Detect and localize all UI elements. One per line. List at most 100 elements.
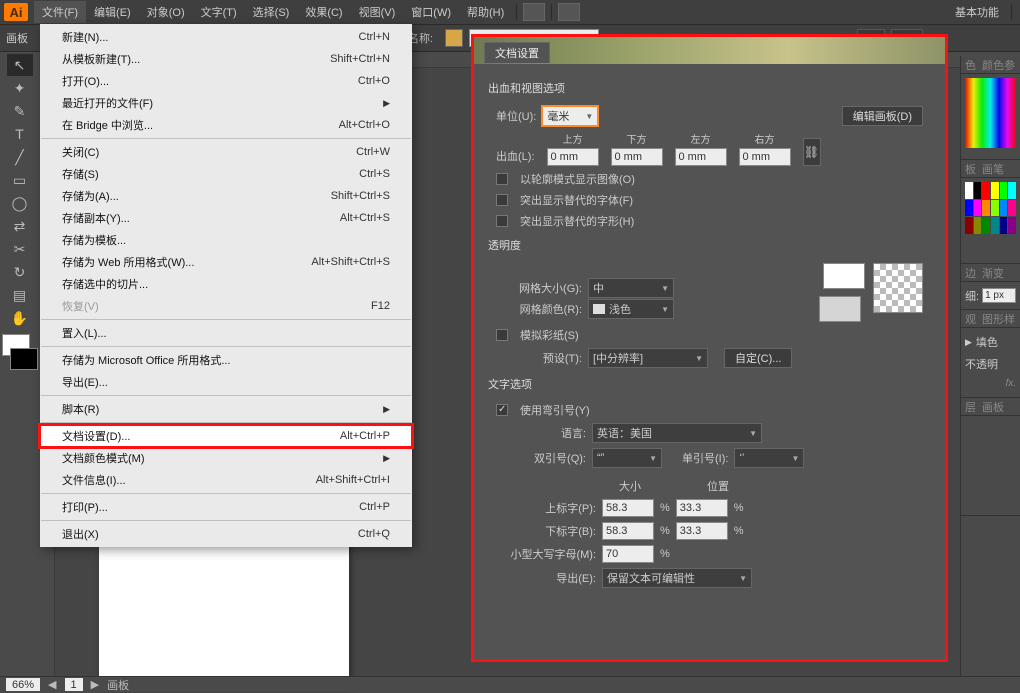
transparency-swatch-gray[interactable] xyxy=(819,296,861,322)
menu-编辑(E)[interactable]: 编辑(E) xyxy=(86,1,139,23)
highlight-fonts-checkbox[interactable] xyxy=(496,194,508,206)
file-menu-item[interactable]: 存储选中的切片... xyxy=(40,273,412,295)
divider xyxy=(516,4,517,20)
panel-tab[interactable]: 观 xyxy=(965,311,976,327)
bridge-icon[interactable] xyxy=(523,3,545,21)
superscript-size-field[interactable]: 58.3 xyxy=(602,499,654,517)
file-menu-item[interactable]: 文档颜色模式(M) xyxy=(40,447,412,469)
double-quotes-select[interactable]: “”▼ xyxy=(592,448,662,468)
tool-panel: ↖✦✎T╱▭◯⇄✂↻▤✋ xyxy=(0,52,39,676)
file-menu-item[interactable]: 文档设置(D)...Alt+Ctrl+P xyxy=(40,425,412,447)
artboard-number[interactable]: 1 xyxy=(65,678,83,691)
curly-quotes-label: 使用弯引号(Y) xyxy=(520,402,590,418)
menu-对象(O)[interactable]: 对象(O) xyxy=(139,1,193,23)
menu-窗口(W)[interactable]: 窗口(W) xyxy=(403,1,459,23)
file-menu-item[interactable]: 导出(E)... xyxy=(40,371,412,393)
file-menu-item[interactable]: 存储为 Web 所用格式(W)...Alt+Shift+Ctrl+S xyxy=(40,251,412,273)
panel-tab[interactable]: 色 xyxy=(965,57,976,73)
subscript-pos-field[interactable]: 33.3 xyxy=(676,522,728,540)
export-select[interactable]: 保留文本可编辑性▼ xyxy=(602,568,752,588)
menu-帮助(H)[interactable]: 帮助(H) xyxy=(459,1,512,23)
menu-视图(V)[interactable]: 视图(V) xyxy=(351,1,404,23)
tool-10[interactable]: ▤ xyxy=(7,284,33,306)
file-menu-item[interactable]: 从模板新建(T)...Shift+Ctrl+N xyxy=(40,48,412,70)
custom-button[interactable]: 自定(C)... xyxy=(724,348,792,368)
tool-5[interactable]: ▭ xyxy=(7,169,33,191)
file-menu-item[interactable]: 新建(N)...Ctrl+N xyxy=(40,26,412,48)
menu-效果(C)[interactable]: 效果(C) xyxy=(297,1,350,23)
file-menu-item[interactable]: 存储为模板... xyxy=(40,229,412,251)
tool-0[interactable]: ↖ xyxy=(7,54,33,76)
smallcaps-field[interactable]: 70 xyxy=(602,545,654,563)
file-menu-item[interactable]: 存储(S)Ctrl+S xyxy=(40,163,412,185)
simulate-paper-checkbox[interactable] xyxy=(496,329,508,341)
artboard-tab[interactable]: 画板 xyxy=(6,30,28,46)
language-select[interactable]: 英语：美国▼ xyxy=(592,423,762,443)
subscript-size-field[interactable]: 58.3 xyxy=(602,522,654,540)
panel-tab[interactable]: 板 xyxy=(965,161,976,177)
file-menu-item[interactable]: 脚本(R) xyxy=(40,398,412,420)
panel-tab[interactable]: 图形样 xyxy=(982,311,1015,327)
file-menu-item[interactable]: 存储副本(Y)...Alt+Ctrl+S xyxy=(40,207,412,229)
file-menu-item[interactable]: 在 Bridge 中浏览...Alt+Ctrl+O xyxy=(40,114,412,136)
file-menu-item[interactable]: 置入(L)... xyxy=(40,322,412,344)
menu-文字(T)[interactable]: 文字(T) xyxy=(193,1,245,23)
bleed-bottom-field[interactable]: 0 mm xyxy=(611,148,663,166)
menu-文件(F)[interactable]: 文件(F) xyxy=(34,1,86,23)
arrange-icon[interactable] xyxy=(558,3,580,21)
tool-2[interactable]: ✎ xyxy=(7,100,33,122)
divider xyxy=(1011,4,1012,20)
tool-8[interactable]: ✂ xyxy=(7,238,33,260)
curly-quotes-checkbox[interactable] xyxy=(496,404,508,416)
grid-size-select[interactable]: 中▼ xyxy=(588,278,674,298)
transparency-swatch-white[interactable] xyxy=(823,263,865,289)
grid-color-select[interactable]: 浅色▼ xyxy=(588,299,674,319)
artboard-preset-icon[interactable] xyxy=(445,29,463,47)
fill-stroke-indicator[interactable] xyxy=(2,334,38,370)
file-menu-item[interactable]: 存储为(A)...Shift+Ctrl+S xyxy=(40,185,412,207)
status-label: 画板 xyxy=(107,677,129,693)
file-menu-item[interactable]: 最近打开的文件(F) xyxy=(40,92,412,114)
panel-tab[interactable]: 颜色参 xyxy=(982,57,1015,73)
tool-9[interactable]: ↻ xyxy=(7,261,33,283)
bleed-right-field[interactable]: 0 mm xyxy=(739,148,791,166)
outline-mode-checkbox[interactable] xyxy=(496,173,508,185)
file-menu-item[interactable]: 关闭(C)Ctrl+W xyxy=(40,141,412,163)
file-menu-item[interactable]: 打印(P)...Ctrl+P xyxy=(40,496,412,518)
tool-1[interactable]: ✦ xyxy=(7,77,33,99)
tool-4[interactable]: ╱ xyxy=(7,146,33,168)
single-quotes-select[interactable]: ‘’▼ xyxy=(734,448,804,468)
file-menu-item[interactable]: 退出(X)Ctrl+Q xyxy=(40,523,412,545)
panel-tab[interactable]: 边 xyxy=(965,265,976,281)
panel-tab[interactable]: 渐变 xyxy=(982,265,1004,281)
preset-select[interactable]: [中分辨率]▼ xyxy=(588,348,708,368)
bleed-top-field[interactable]: 0 mm xyxy=(547,148,599,166)
superscript-pos-field[interactable]: 33.3 xyxy=(676,499,728,517)
stroke-color[interactable] xyxy=(10,348,38,370)
zoom-level[interactable]: 66% xyxy=(6,678,40,691)
file-menu-item[interactable]: 文件信息(I)...Alt+Shift+Ctrl+I xyxy=(40,469,412,491)
workspace-switcher[interactable]: 基本功能 xyxy=(947,1,1007,23)
tool-11[interactable]: ✋ xyxy=(7,307,33,329)
swatches-grid[interactable] xyxy=(965,182,1016,234)
file-menu-item[interactable]: 存储为 Microsoft Office 所用格式... xyxy=(40,349,412,371)
panel-tab[interactable]: 层 xyxy=(965,399,976,415)
tool-7[interactable]: ⇄ xyxy=(7,215,33,237)
highlight-glyphs-checkbox[interactable] xyxy=(496,215,508,227)
tool-6[interactable]: ◯ xyxy=(7,192,33,214)
edit-artboards-button[interactable]: 编辑画板(D) xyxy=(842,106,923,126)
stroke-weight-field[interactable]: 1 px xyxy=(982,288,1016,303)
tool-3[interactable]: T xyxy=(7,123,33,145)
bleed-label: 出血(L): xyxy=(496,148,535,164)
panel-tab[interactable]: 画笔 xyxy=(982,161,1004,177)
link-bleed-icon[interactable]: ⛓ xyxy=(803,138,821,166)
fill-row-label: 填色 xyxy=(976,334,998,350)
panel-tab[interactable]: 画板 xyxy=(982,399,1004,415)
color-spectrum[interactable] xyxy=(965,78,1016,148)
bleed-left-field[interactable]: 0 mm xyxy=(675,148,727,166)
dialog-titlebar[interactable]: 文档设置 xyxy=(474,37,945,64)
units-select[interactable]: 毫米▼ xyxy=(542,106,598,126)
superscript-label: 上标字(P): xyxy=(496,500,596,516)
file-menu-item[interactable]: 打开(O)...Ctrl+O xyxy=(40,70,412,92)
menu-选择(S)[interactable]: 选择(S) xyxy=(245,1,298,23)
